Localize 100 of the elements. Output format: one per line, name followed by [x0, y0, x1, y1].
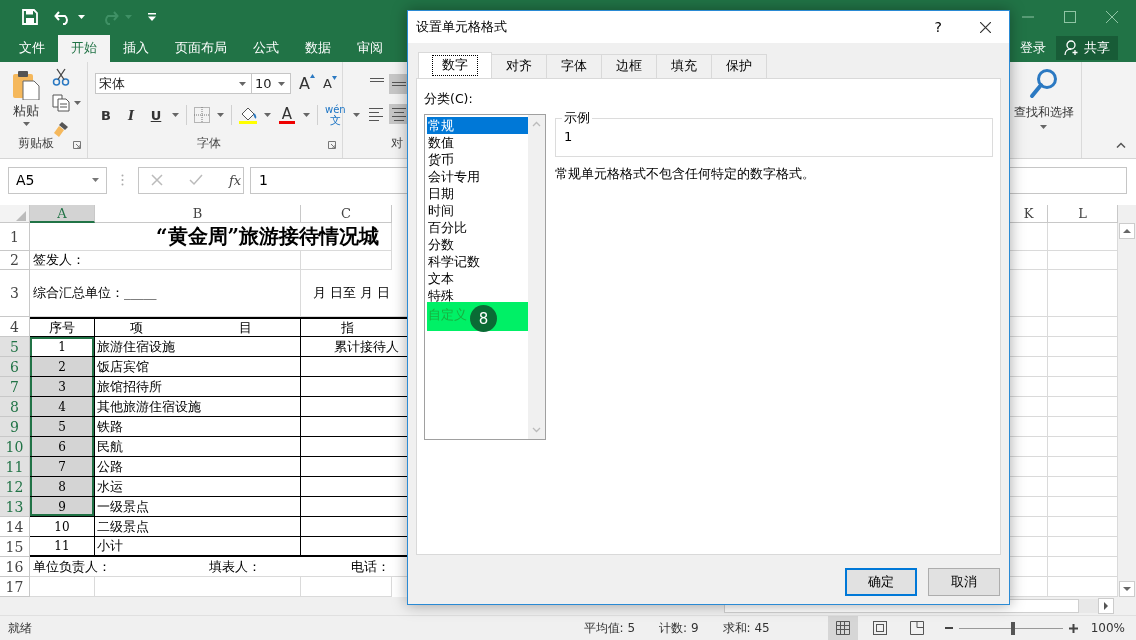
- column-header[interactable]: L: [1048, 205, 1118, 223]
- category-item[interactable]: 货币: [427, 151, 528, 168]
- category-item[interactable]: 数值: [427, 134, 528, 151]
- column-header[interactable]: A: [30, 205, 95, 223]
- ribbon-tab[interactable]: 插入: [110, 35, 162, 62]
- scroll-up-icon[interactable]: [1119, 223, 1135, 239]
- copy-icon[interactable]: [52, 94, 70, 112]
- phonetic-guide-button[interactable]: wén 文: [325, 104, 346, 126]
- category-item[interactable]: 特殊: [427, 287, 528, 304]
- caret-icon[interactable]: [92, 178, 99, 182]
- sign-in-link[interactable]: 登录: [1020, 35, 1046, 61]
- category-item[interactable]: 常规: [427, 117, 528, 134]
- caret-icon[interactable]: [78, 15, 85, 19]
- row-header[interactable]: 2: [0, 251, 30, 270]
- ribbon-tab[interactable]: 审阅: [344, 35, 396, 62]
- category-item[interactable]: 日期: [427, 185, 528, 202]
- ok-button[interactable]: 确定: [845, 568, 917, 596]
- row-header[interactable]: 10: [0, 437, 30, 457]
- status-text: 就绪: [8, 619, 32, 637]
- category-item[interactable]: 时间: [427, 202, 528, 219]
- row-header[interactable]: 9: [0, 417, 30, 437]
- scroll-down-icon[interactable]: [1119, 581, 1135, 597]
- caret-icon[interactable]: [74, 101, 81, 105]
- caret-icon[interactable]: [264, 113, 271, 117]
- dialog-launcher-icon[interactable]: [73, 141, 81, 149]
- help-button[interactable]: ?: [934, 19, 942, 35]
- font-size-field[interactable]: 10: [251, 73, 291, 94]
- ribbon-tab[interactable]: 数据: [292, 35, 344, 62]
- normal-view-icon: [834, 620, 851, 636]
- caret-icon[interactable]: [303, 113, 310, 117]
- italic-button[interactable]: I: [122, 105, 140, 125]
- ribbon-tab[interactable]: 公式: [240, 35, 292, 62]
- row-header[interactable]: 8: [0, 397, 30, 417]
- collapse-ribbon-icon[interactable]: [1116, 142, 1126, 148]
- caret-icon[interactable]: [22, 122, 30, 126]
- row-header[interactable]: 14: [0, 517, 30, 537]
- row-header[interactable]: 5: [0, 337, 30, 357]
- scissors-icon[interactable]: [52, 68, 70, 86]
- row-header[interactable]: 16: [0, 557, 30, 577]
- name-box[interactable]: A5: [8, 166, 107, 194]
- table-cell: 饭店宾馆: [95, 357, 301, 377]
- column-header[interactable]: C: [301, 205, 392, 223]
- caret-icon[interactable]: [217, 113, 224, 117]
- table-cell: 签发人：: [30, 251, 301, 270]
- dialog-tab[interactable]: 数字: [418, 52, 492, 78]
- ribbon-tab[interactable]: 开始: [58, 35, 110, 62]
- row-header[interactable]: 1: [0, 223, 30, 251]
- caret-icon[interactable]: [278, 81, 285, 86]
- category-item[interactable]: 分数: [427, 236, 528, 253]
- find-select-button[interactable]: 查找和选择: [1010, 68, 1077, 129]
- share-button[interactable]: 共享: [1056, 36, 1118, 60]
- table-cell-text: 填表人：: [209, 557, 262, 576]
- caret-icon[interactable]: [352, 113, 360, 117]
- format-painter-icon[interactable]: [52, 120, 70, 138]
- dialog-launcher-icon[interactable]: [328, 141, 336, 149]
- category-item[interactable]: 文本: [427, 270, 528, 287]
- ribbon-tab[interactable]: 文件: [6, 35, 58, 62]
- ribbon-tab[interactable]: 页面布局: [162, 35, 240, 62]
- insert-function-button[interactable]: fx: [229, 172, 242, 188]
- underline-button[interactable]: U: [147, 105, 165, 125]
- caret-icon[interactable]: [1040, 125, 1047, 129]
- maximize-icon[interactable]: [1064, 11, 1076, 23]
- caret-icon[interactable]: [172, 113, 179, 117]
- group-label: 剪贴板: [16, 135, 55, 152]
- paste-button[interactable]: 粘贴: [12, 70, 40, 126]
- row-header[interactable]: 7: [0, 377, 30, 397]
- close-icon[interactable]: [980, 21, 991, 33]
- cancel-button[interactable]: 取消: [928, 568, 1000, 596]
- caret-icon[interactable]: [239, 81, 246, 86]
- category-item[interactable]: 会计专用: [427, 168, 528, 185]
- table-cell: 4: [30, 397, 95, 417]
- align-center-icon[interactable]: [389, 104, 409, 124]
- category-item[interactable]: 科学记数: [427, 253, 528, 270]
- bold-button[interactable]: B: [97, 105, 115, 125]
- dialog-tab[interactable]: 保护: [711, 54, 767, 78]
- row-header[interactable]: 3: [0, 270, 30, 317]
- grow-font-button[interactable]: A: [299, 74, 315, 93]
- scroll-right-icon[interactable]: [1098, 598, 1114, 614]
- row-header[interactable]: 12: [0, 477, 30, 497]
- font-color-button[interactable]: A: [278, 104, 296, 126]
- save-icon[interactable]: [22, 9, 38, 25]
- align-middle-icon[interactable]: [389, 74, 409, 94]
- zoom-out-icon[interactable]: [944, 624, 953, 632]
- slider-thumb[interactable]: [1010, 621, 1015, 635]
- customize-icon[interactable]: [148, 13, 156, 21]
- row-header[interactable]: 17: [0, 577, 30, 597]
- fill-color-icon[interactable]: [239, 106, 257, 124]
- view-button[interactable]: [827, 616, 858, 640]
- row-header[interactable]: 11: [0, 457, 30, 477]
- column-header[interactable]: B: [95, 205, 301, 223]
- row-header[interactable]: 13: [0, 497, 30, 517]
- row-header[interactable]: 15: [0, 537, 30, 557]
- zoom-in-icon[interactable]: [1068, 623, 1078, 633]
- font-name-field[interactable]: 宋体: [95, 73, 252, 94]
- row-header[interactable]: 6: [0, 357, 30, 377]
- column-header[interactable]: K: [1010, 205, 1048, 223]
- category-list[interactable]: 常规 数值 货币 会计专用 日期 时间 百分比 分数 科学记数 文本 特殊 自定义 8: [424, 114, 546, 440]
- category-item[interactable]: 百分比: [427, 219, 528, 236]
- row-header[interactable]: 4: [0, 317, 30, 337]
- shrink-font-button[interactable]: A: [322, 76, 337, 91]
